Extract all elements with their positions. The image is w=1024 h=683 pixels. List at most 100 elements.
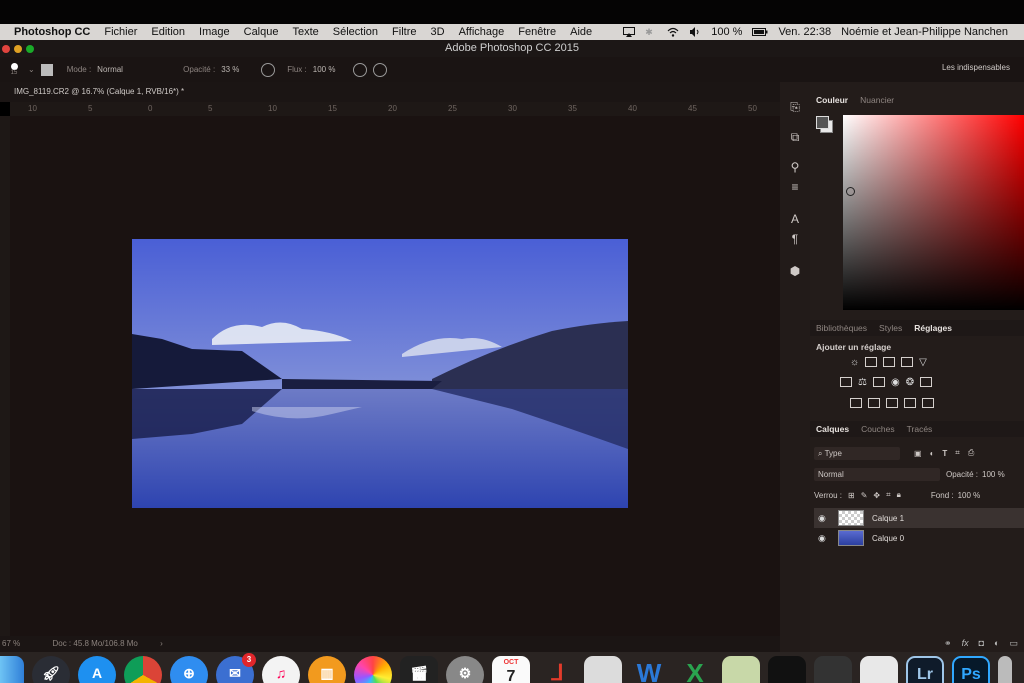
- menu-affichage[interactable]: Affichage: [459, 26, 505, 38]
- photoshop-icon[interactable]: Ps: [952, 656, 990, 683]
- layer-name[interactable]: Calque 1: [872, 514, 904, 523]
- workspace-switcher[interactable]: Les indispensables: [942, 63, 1010, 72]
- filter-shape-icon[interactable]: ⌗: [955, 448, 960, 458]
- dvd-player-icon[interactable]: [768, 656, 806, 683]
- new-group-icon[interactable]: ▭: [1009, 638, 1018, 649]
- launchpad-icon[interactable]: 🚀︎: [32, 656, 70, 683]
- hue-saturation-icon[interactable]: [840, 377, 852, 387]
- threshold-icon[interactable]: [886, 398, 898, 408]
- levels-icon[interactable]: [865, 357, 878, 367]
- layer-opacity-field[interactable]: 100 %: [982, 470, 1005, 479]
- user-name[interactable]: Noémie et Jean-Philippe Nanchen: [841, 26, 1008, 38]
- adjustment-sliders-icon[interactable]: ≡: [788, 180, 802, 194]
- filter-type-icon[interactable]: T: [942, 449, 947, 458]
- safari-icon[interactable]: ⊕: [170, 656, 208, 683]
- layer-row[interactable]: ◉ Calque 0: [814, 528, 1024, 548]
- airbrush-icon[interactable]: [352, 62, 367, 77]
- mode-dropdown[interactable]: Normal: [97, 65, 177, 74]
- menu-3d[interactable]: 3D: [431, 26, 445, 38]
- system-preferences-icon[interactable]: ⚙: [446, 656, 484, 683]
- final-cut-icon[interactable]: 🎬︎: [400, 656, 438, 683]
- lock-position-icon[interactable]: ✥: [873, 491, 880, 500]
- opacity-field[interactable]: 33 %: [221, 65, 255, 74]
- zoom-window-button[interactable]: [26, 45, 34, 53]
- pressure-size-icon[interactable]: [372, 62, 387, 77]
- menu-texte[interactable]: Texte: [292, 26, 318, 38]
- menu-fenetre[interactable]: Fenêtre: [518, 26, 556, 38]
- add-mask-icon[interactable]: ◘: [979, 638, 984, 648]
- layer-style-button[interactable]: fx: [962, 638, 969, 648]
- canvas-image[interactable]: [132, 239, 628, 508]
- airplay-icon[interactable]: [623, 27, 636, 37]
- color-lookup-icon[interactable]: [920, 377, 933, 387]
- tab-nuancier[interactable]: Nuancier: [860, 92, 894, 108]
- vibrance-icon[interactable]: ▽: [919, 357, 927, 368]
- menu-image[interactable]: Image: [199, 26, 230, 38]
- blend-mode-dropdown[interactable]: Normal: [814, 467, 940, 481]
- visibility-eye-icon[interactable]: ◉: [818, 513, 830, 524]
- layer-filter-dropdown[interactable]: ⌕ Type: [814, 446, 900, 460]
- filter-adjustment-icon[interactable]: ◐: [930, 449, 935, 458]
- visibility-eye-icon[interactable]: ◉: [818, 533, 830, 544]
- document-tab[interactable]: IMG_8119.CR2 @ 16.7% (Calque 1, RVB/16*)…: [0, 82, 780, 102]
- camera-app-icon[interactable]: [814, 656, 852, 683]
- menu-edition[interactable]: Edition: [151, 26, 185, 38]
- iphoto-icon[interactable]: [722, 656, 760, 683]
- finder-icon[interactable]: [0, 656, 24, 683]
- app-store-icon[interactable]: A: [78, 656, 116, 683]
- exposure-icon[interactable]: [901, 357, 914, 367]
- calendar-icon[interactable]: OCT 7: [492, 656, 530, 683]
- lock-pixels-icon[interactable]: ✎: [861, 491, 868, 500]
- pressure-opacity-icon[interactable]: [261, 62, 276, 77]
- acrobat-icon[interactable]: ᒧ: [538, 656, 576, 683]
- horizontal-ruler[interactable]: 10 5 0 5 10 15 20 25 30 35 40 45 50: [10, 102, 780, 116]
- tab-styles[interactable]: Styles: [879, 320, 902, 336]
- history-icon[interactable]: ⎘: [788, 100, 802, 114]
- brush-presets-icon[interactable]: ⚲: [788, 160, 802, 174]
- itunes-icon[interactable]: ♫: [262, 656, 300, 683]
- layer-row[interactable]: ◉ Calque 1: [814, 508, 1024, 528]
- lock-transparent-icon[interactable]: ⊞: [848, 491, 855, 500]
- wifi-icon[interactable]: [667, 27, 679, 37]
- preview-icon[interactable]: [584, 656, 622, 683]
- tab-reglages[interactable]: Réglages: [914, 320, 952, 336]
- curves-icon[interactable]: [883, 357, 896, 367]
- gradient-map-icon[interactable]: [922, 398, 934, 408]
- brush-panel-icon[interactable]: [40, 63, 53, 76]
- layer-name[interactable]: Calque 0: [872, 534, 904, 543]
- color-balance-icon[interactable]: ⚖: [858, 377, 867, 388]
- selective-color-icon[interactable]: [904, 398, 916, 408]
- color-picker-marker[interactable]: [846, 187, 855, 196]
- 3d-cube-icon[interactable]: ⬢: [788, 264, 802, 278]
- new-adjustment-icon[interactable]: ◐: [994, 638, 999, 648]
- properties-icon[interactable]: ⧉: [788, 130, 802, 144]
- lock-all-icon[interactable]: 🔒︎: [897, 490, 901, 500]
- invert-icon[interactable]: [850, 398, 862, 408]
- mail-icon[interactable]: ✉ 3: [216, 653, 256, 683]
- tab-calques[interactable]: Calques: [816, 421, 849, 437]
- paragraph-icon[interactable]: ¶: [788, 232, 802, 246]
- channel-mixer-icon[interactable]: ❂: [906, 377, 914, 388]
- word-icon[interactable]: W: [630, 656, 668, 683]
- trash-icon[interactable]: [998, 656, 1012, 683]
- black-white-icon[interactable]: [872, 377, 885, 387]
- color-field[interactable]: [843, 115, 1024, 310]
- fill-field[interactable]: 100 %: [958, 491, 981, 500]
- menu-fichier[interactable]: Fichier: [104, 26, 137, 38]
- filter-smart-icon[interactable]: ⎙: [968, 448, 974, 458]
- vertical-ruler[interactable]: [0, 116, 10, 636]
- character-icon[interactable]: A: [788, 212, 802, 226]
- app-menu[interactable]: Photoshop CC: [14, 26, 90, 38]
- lightroom-icon[interactable]: Lr: [906, 656, 944, 683]
- battery-icon[interactable]: [752, 27, 768, 37]
- ibooks-icon[interactable]: ▥: [308, 656, 346, 683]
- minimize-window-button[interactable]: [14, 45, 22, 53]
- tab-bibliotheques[interactable]: Bibliothèques: [816, 320, 867, 336]
- image-capture-icon[interactable]: [860, 656, 898, 683]
- chevron-down-icon[interactable]: ⌄: [28, 65, 35, 74]
- brush-preset-picker[interactable]: 15: [6, 63, 22, 76]
- excel-icon[interactable]: X: [676, 656, 714, 683]
- tab-couleur[interactable]: Couleur: [816, 92, 848, 108]
- volume-icon[interactable]: [689, 27, 701, 37]
- tab-couches[interactable]: Couches: [861, 421, 895, 437]
